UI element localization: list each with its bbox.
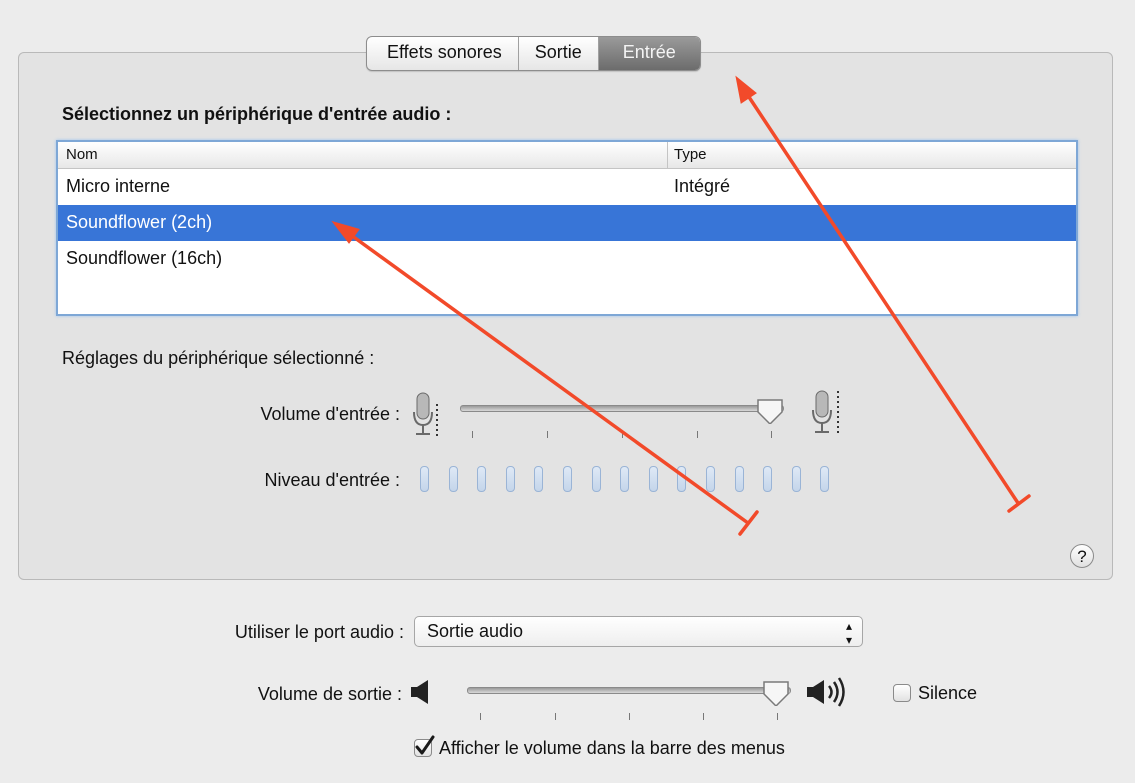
input-device-heading: Sélectionnez un périphérique d'entrée au… (62, 104, 452, 124)
audio-port-label: Utiliser le port audio : (234, 622, 404, 642)
table-row-selected[interactable]: Soundflower (2ch) (58, 205, 1076, 241)
input-level-label: Niveau d'entrée : (264, 470, 400, 490)
output-volume-thumb[interactable] (762, 680, 790, 706)
help-button[interactable]: ? (1070, 544, 1094, 568)
level-bar (563, 466, 572, 492)
output-volume-track[interactable] (467, 687, 791, 694)
input-volume-track[interactable] (460, 405, 784, 412)
slider-tick (697, 431, 698, 438)
device-name: Micro interne (66, 176, 171, 196)
microphone-high-icon (812, 390, 839, 434)
table-row[interactable]: Soundflower (16ch) (58, 241, 1076, 277)
slider-tick (703, 713, 704, 720)
level-bar (505, 466, 515, 492)
slider-tick (472, 431, 473, 438)
input-volume-thumb[interactable] (756, 398, 784, 424)
tab-output[interactable]: Sortie (517, 37, 598, 70)
level-bar (591, 466, 601, 492)
slider-tick (622, 431, 623, 438)
level-bar (534, 466, 544, 492)
column-header-name[interactable]: Nom (66, 146, 98, 163)
device-name: Soundflower (16ch) (66, 248, 223, 268)
speaker-high-icon (807, 677, 845, 707)
speaker-low-icon (411, 680, 428, 704)
level-bar (677, 466, 687, 492)
input-settings-panel (18, 52, 1113, 580)
device-name: Soundflower (2ch) (66, 212, 213, 232)
output-volume-label: Volume de sortie : (257, 684, 402, 704)
input-volume-label: Volume d'entrée : (260, 404, 400, 424)
show-volume-checkbox[interactable] (414, 735, 435, 757)
microphone-low-icon (413, 392, 438, 436)
column-divider (667, 142, 668, 168)
mute-label: Silence (918, 683, 978, 703)
level-bar (620, 466, 630, 492)
level-bar (420, 466, 429, 492)
level-bar (448, 466, 458, 492)
tab-input[interactable]: Entrée (597, 37, 700, 70)
table-row[interactable]: Micro interne Intégré (58, 169, 1076, 205)
slider-tick (547, 431, 548, 438)
device-settings-heading: Réglages du périphérique sélectionné : (62, 348, 375, 368)
slider-tick (777, 713, 778, 720)
table-header: Nom Type (58, 142, 1076, 169)
mute-checkbox[interactable] (893, 684, 911, 702)
audio-port-select[interactable]: Sortie audio ▴ ▾ (414, 616, 863, 647)
slider-tick (480, 713, 481, 720)
tab-bar: Effets sonores Sortie Entrée (366, 36, 701, 71)
device-type: Intégré (674, 176, 731, 196)
level-bar (791, 466, 801, 492)
level-bar (648, 466, 658, 492)
level-bar (734, 466, 744, 492)
input-device-table[interactable]: Nom Type Micro interne Intégré Soundflow… (56, 140, 1078, 316)
tab-sound-effects[interactable]: Effets sonores (367, 37, 518, 70)
show-volume-label: Afficher le volume dans la barre des men… (439, 738, 785, 758)
level-bar (763, 466, 773, 492)
slider-tick (555, 713, 556, 720)
audio-port-value: Sortie audio (427, 621, 524, 641)
level-bar (706, 466, 715, 492)
select-arrows-icon: ▴ ▾ (845, 619, 852, 647)
slider-tick (629, 713, 630, 720)
checkmark-icon (415, 735, 435, 755)
column-header-type[interactable]: Type (674, 146, 707, 163)
level-bar (477, 466, 487, 492)
level-bar (820, 466, 830, 492)
slider-tick (771, 431, 772, 438)
